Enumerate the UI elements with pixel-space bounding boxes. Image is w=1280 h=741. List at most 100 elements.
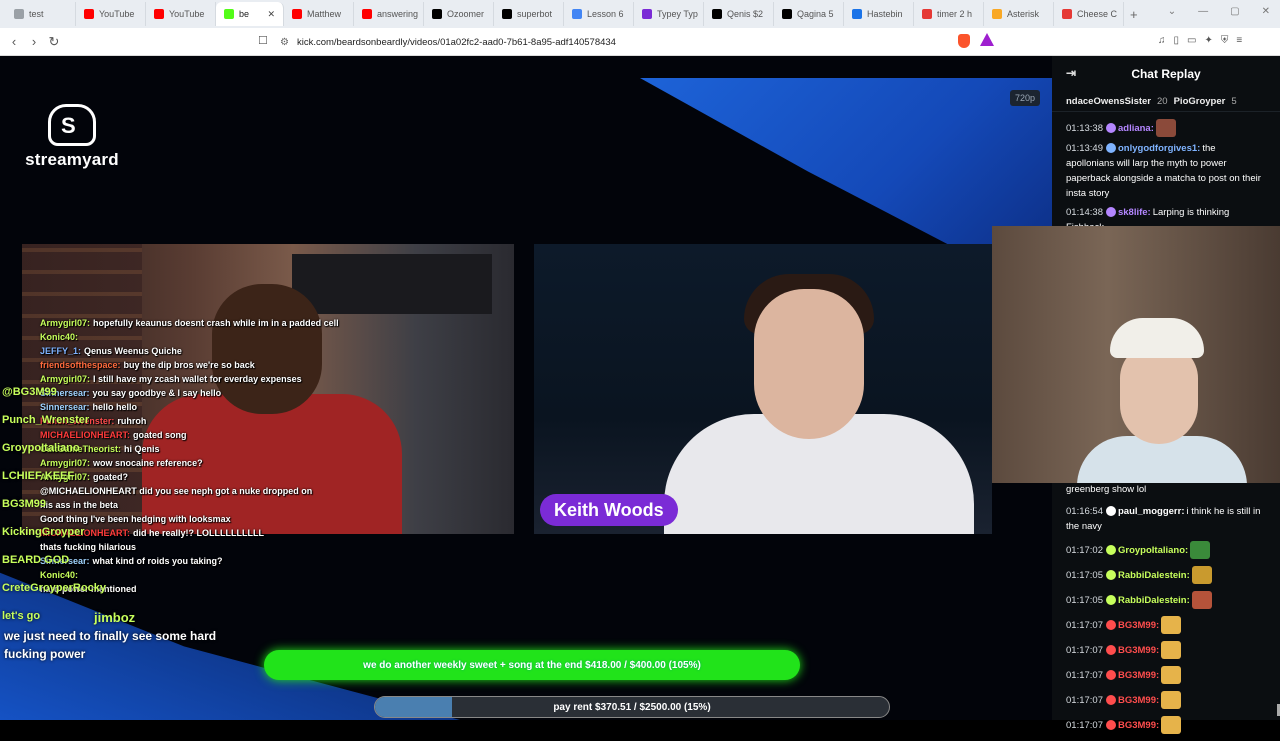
browser-tab[interactable]: Cheese C — [1054, 2, 1124, 26]
chat-timestamp: 01:17:07 — [1066, 619, 1103, 631]
forward-icon[interactable]: › — [24, 34, 44, 49]
tab-favicon-icon — [712, 9, 722, 19]
browser-tab[interactable]: timer 2 h — [914, 2, 984, 26]
chat-username[interactable]: sk8life: — [1118, 207, 1151, 218]
user-badge-icon — [1105, 570, 1116, 580]
user-badge-icon — [1105, 545, 1116, 555]
gifter-name[interactable]: ndaceOwensSister — [1066, 96, 1151, 107]
gifter-count: 5 — [1231, 96, 1237, 107]
gifter-count: 20 — [1157, 96, 1168, 107]
name-plate: Keith Woods — [540, 494, 678, 526]
chat-timestamp: 01:17:07 — [1066, 719, 1103, 731]
chat-username[interactable]: RabbiDalestein: — [1118, 570, 1190, 581]
video-player[interactable]: S streamyard 720p Keith Woods Armygirl07… — [0, 56, 1052, 720]
chat-message: 01:17:07 BG3M99: — [1066, 641, 1266, 659]
goal-bar-top: we do another weekly sweet + song at the… — [264, 650, 800, 680]
browser-tab[interactable]: Ozoomer — [424, 2, 494, 26]
new-tab-button[interactable]: + — [1130, 7, 1138, 22]
user-badge-icon — [1105, 620, 1116, 630]
overlay-chat-text: did he really!? LOLLLLLLLLLL — [133, 528, 264, 538]
overlay-chat-text: Qenus Weenus Quiche — [84, 346, 182, 356]
chat-message: 01:17:07 BG3M99: — [1066, 716, 1266, 734]
webcam-right — [992, 226, 1280, 483]
chat-timestamp: 01:17:05 — [1066, 569, 1103, 581]
chat-timestamp: 01:14:38 — [1066, 207, 1103, 218]
chat-username[interactable]: BG3M99: — [1118, 645, 1159, 656]
browser-tab[interactable]: Typey Typ — [634, 2, 704, 26]
tab-label: superbot — [517, 9, 553, 19]
browser-tab[interactable]: YouTube — [76, 2, 146, 26]
chat-username[interactable]: BG3M99: — [1118, 695, 1159, 706]
browser-tab[interactable]: Qenis $2 — [704, 2, 774, 26]
overlay-chat-line: friendsofthespace: buy the dip bros we're… — [40, 358, 460, 372]
user-badge-icon — [1105, 123, 1116, 133]
chat-username[interactable]: BG3M99: — [1118, 720, 1159, 731]
browser-tab[interactable]: Asterisk — [984, 2, 1054, 26]
background-shape — [640, 78, 1052, 248]
chat-username[interactable]: adliana: — [1118, 123, 1154, 134]
url-field[interactable]: ⚙ kick.com/beardsonbeardly/videos/01a02f… — [280, 31, 950, 53]
tab-favicon-icon — [1062, 9, 1072, 19]
chat-username[interactable]: onlygodforgives1: — [1118, 143, 1200, 154]
tab-label: Lesson 6 — [587, 9, 624, 19]
chat-username[interactable]: BG3M99: — [1118, 620, 1159, 631]
overlay-chat-line: Armygirl07: hopefully keaunus doesnt cras… — [40, 316, 460, 330]
chat-timestamp: 01:13:38 — [1066, 122, 1103, 134]
brave-rewards-icon[interactable] — [980, 33, 994, 46]
menu-icon[interactable]: ≡ — [1236, 35, 1242, 46]
vpn-icon[interactable]: ⛨ — [1221, 35, 1229, 46]
tab-label: be — [239, 9, 250, 19]
minimize-icon[interactable]: — — [1198, 6, 1208, 17]
emote-icon — [1161, 641, 1182, 659]
overlay-chat-text: buy the dip bros we're so back — [123, 360, 255, 370]
tab-label: test — [29, 9, 44, 19]
chat-username[interactable]: BG3M99: — [1118, 670, 1159, 681]
reload-icon[interactable]: ↻ — [44, 34, 64, 50]
browser-tab[interactable]: Hastebin — [844, 2, 914, 26]
media-icon[interactable]: ♫ — [1158, 35, 1166, 46]
close-tab-icon[interactable]: ✕ — [267, 9, 275, 20]
tab-label: YouTube — [99, 9, 135, 19]
chat-timestamp: 01:13:49 — [1066, 143, 1103, 154]
sidebar-icon[interactable]: ▯ — [1174, 35, 1180, 46]
browser-tab[interactable]: be ✕ — [216, 2, 284, 26]
logo-text: streamyard — [25, 150, 119, 169]
back-icon[interactable]: ‹ — [4, 34, 24, 49]
chat-username[interactable]: GroypoItaliano: — [1118, 545, 1188, 556]
url-text: kick.com/beardsonbeardly/videos/01a02fc2… — [296, 36, 616, 48]
browser-tab[interactable]: answering — [354, 2, 424, 26]
browser-tab[interactable]: test — [6, 2, 76, 26]
chat-message: 01:17:02 GroypoItaliano: — [1066, 541, 1266, 559]
browser-tab[interactable]: Matthew — [284, 2, 354, 26]
featured-user: jimboz — [94, 610, 136, 625]
user-badge-icon — [1105, 207, 1116, 218]
chat-timestamp: 01:16:54 — [1066, 506, 1103, 517]
overlay-side-name: GroypoItaliano — [2, 442, 80, 454]
tab-favicon-icon — [84, 9, 94, 19]
browser-tab[interactable]: Qagina 5 — [774, 2, 844, 26]
bookmark-icon[interactable]: ☐ — [258, 34, 268, 47]
collapse-chat-icon[interactable]: ⇥ — [1066, 66, 1076, 80]
overlay-featured-message: jimboz we just need to finally see some … — [4, 609, 244, 663]
browser-tab[interactable]: YouTube — [146, 2, 216, 26]
gifter-name[interactable]: PioGroyper — [1174, 96, 1226, 107]
ai-icon[interactable]: ✦ — [1204, 35, 1212, 46]
tab-label: answering — [377, 9, 419, 19]
brave-shields-icon[interactable] — [958, 34, 970, 48]
maximize-icon[interactable]: ▢ — [1230, 6, 1239, 17]
user-badge-icon — [1105, 506, 1116, 517]
chat-messages-lower: greenberg show lol 01:16:54 paul_moggerr: i… — [1052, 482, 1280, 741]
browser-tab[interactable]: Lesson 6 — [564, 2, 634, 26]
quality-badge[interactable]: 720p — [1010, 90, 1041, 106]
chat-username[interactable]: paul_moggerr: — [1118, 506, 1185, 517]
wallet-icon[interactable]: ▭ — [1187, 35, 1196, 46]
chat-timestamp: 01:17:07 — [1066, 694, 1103, 706]
overlay-chat-user: Armygirl07: — [40, 318, 91, 328]
browser-tab[interactable]: superbot — [494, 2, 564, 26]
chevron-down-icon[interactable]: ⌄ — [1168, 6, 1176, 17]
user-badge-icon — [1105, 595, 1116, 605]
close-icon[interactable]: ✕ — [1262, 6, 1270, 17]
chat-username[interactable]: RabbiDalestein: — [1118, 595, 1190, 606]
gifter-leaderboard: ndaceOwensSister 20 PioGroyper 5 — [1052, 92, 1280, 112]
site-settings-icon[interactable]: ⚙ — [280, 37, 289, 48]
